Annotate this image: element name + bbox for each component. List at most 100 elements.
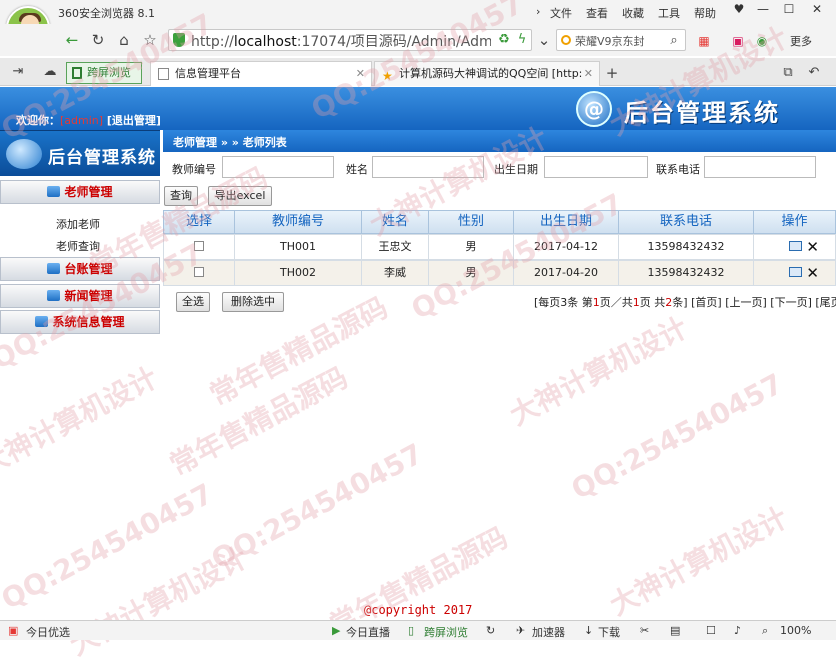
menu-icon xyxy=(47,186,61,197)
accelerator-link[interactable]: 加速器 xyxy=(532,624,565,640)
close-window-icon[interactable]: ✕ xyxy=(806,2,828,20)
menu-favorites[interactable]: 收藏 xyxy=(622,5,644,21)
delete-icon[interactable]: ✕ xyxy=(806,261,819,285)
security-icon[interactable]: ◉ xyxy=(752,31,772,51)
teacher-no-label: 教师编号 xyxy=(172,163,216,176)
download-link[interactable]: 下载 xyxy=(598,624,620,640)
page-icon xyxy=(158,68,169,80)
delete-icon[interactable]: ✕ xyxy=(806,235,819,259)
menu-icon xyxy=(35,316,49,327)
sidebar-item-label: 台账管理 xyxy=(64,262,113,276)
sidebar-toggle-icon[interactable]: ⇥ xyxy=(8,62,28,82)
sidebar-subitem-add-teacher[interactable]: 添加老师 xyxy=(56,216,100,232)
bolt-icon[interactable]: ϟ xyxy=(512,30,532,50)
reload-icon[interactable]: ↻ xyxy=(88,30,108,50)
back-icon[interactable]: ← xyxy=(62,30,82,50)
phone-label: 联系电话 xyxy=(656,163,700,176)
first-page-link[interactable]: [首页] xyxy=(691,296,722,309)
last-page-link[interactable]: [尾页] xyxy=(815,296,836,309)
today-pick-link[interactable]: 今日优选 xyxy=(26,624,70,640)
pager-info: 条] xyxy=(672,296,688,309)
apps-icon[interactable]: ▦ xyxy=(694,31,714,51)
sidebar-item-news[interactable]: 新闻管理 xyxy=(0,284,160,308)
birthday-input[interactable] xyxy=(544,156,648,178)
logout-link[interactable]: [退出管理] xyxy=(107,114,161,127)
tab-qq-space[interactable]: ★ 计算机源码大神调试的QQ空间 [http: ✕ xyxy=(374,61,600,86)
logo-icon: @ xyxy=(576,91,612,127)
search-text: 荣耀V9京东封 xyxy=(575,35,645,48)
menu-help[interactable]: 帮助 xyxy=(694,5,716,21)
prev-page-link[interactable]: [上一页] xyxy=(725,296,767,309)
sidebar-item-ledger[interactable]: 台账管理 xyxy=(0,257,160,281)
chevron-right-icon[interactable]: › xyxy=(536,5,540,18)
volume-icon[interactable]: ♪ xyxy=(734,624,741,637)
chevron-down-icon[interactable]: ⌄ xyxy=(534,30,554,50)
shield-icon xyxy=(173,33,185,47)
welcome-text: 欢迎你：[admin] [退出管理] xyxy=(16,112,161,128)
star-icon[interactable]: ☆ xyxy=(140,30,160,50)
edit-icon[interactable] xyxy=(789,267,803,277)
watermark: 大神计算机设计 xyxy=(604,500,793,622)
refresh-status-icon[interactable]: ↻ xyxy=(486,624,495,637)
maximize-icon[interactable]: ☐ xyxy=(778,2,800,20)
sidebar-item-label: 老师管理 xyxy=(64,185,113,199)
today-live-link[interactable]: 今日直播 xyxy=(346,624,390,640)
menu-tools[interactable]: 工具 xyxy=(658,5,680,21)
cut-icon[interactable]: ✂ xyxy=(640,624,649,637)
col-header-phone: 联系电话 xyxy=(618,210,754,234)
menu-icon xyxy=(47,290,61,301)
name-input[interactable] xyxy=(372,156,484,178)
export-excel-button[interactable]: 导出excel xyxy=(208,186,272,206)
zoom-level[interactable]: 100% xyxy=(780,624,811,637)
phone-input[interactable] xyxy=(704,156,816,178)
row-checkbox[interactable] xyxy=(194,267,204,277)
tab-label: 计算机源码大神调试的QQ空间 [http: xyxy=(399,67,583,80)
tab-list-icon[interactable]: ⧉ xyxy=(778,63,798,83)
username-link[interactable]: [admin] xyxy=(60,114,103,127)
split-browse-tab[interactable]: 跨屏浏览 xyxy=(66,62,142,84)
tab-info-platform[interactable]: 信息管理平台 ✕ xyxy=(150,61,372,86)
home-icon[interactable]: ⌂ xyxy=(114,30,134,50)
close-tab-icon[interactable]: ✕ xyxy=(356,62,365,85)
next-page-link[interactable]: [下一页] xyxy=(770,296,812,309)
edit-icon[interactable] xyxy=(789,241,803,251)
search-engine-icon xyxy=(561,35,571,45)
phone-icon: ▯ xyxy=(408,624,415,637)
refresh-circle-icon[interactable]: ♻ xyxy=(494,30,514,50)
undo-icon[interactable]: ↶ xyxy=(804,63,824,83)
rocket-icon: ✈ xyxy=(516,624,526,637)
menu-icon xyxy=(47,263,61,274)
phone-cell: 13598432432 xyxy=(618,260,754,286)
gender-cell: 男 xyxy=(428,260,514,286)
url-host: localhost xyxy=(233,34,297,50)
sidebar-subitem-query-teacher[interactable]: 老师查询 xyxy=(56,238,100,254)
sidebar-item-teacher[interactable]: 老师管理 xyxy=(0,180,160,204)
window-icon[interactable]: ☐ xyxy=(706,624,716,637)
sidebar-item-sysinfo[interactable]: 系统信息管理 xyxy=(0,310,160,334)
teacher-no-input[interactable] xyxy=(222,156,334,178)
note-icon[interactable]: ▤ xyxy=(670,624,680,637)
new-tab-icon[interactable]: + xyxy=(602,63,622,83)
teacher-no-cell: TH002 xyxy=(234,260,362,286)
close-tab-icon[interactable]: ✕ xyxy=(584,62,593,85)
watermark: QQ:254540457 xyxy=(565,366,789,507)
url-input[interactable]: http://localhost:17074/项目源码/Admin/Adminl xyxy=(168,29,532,51)
menu-view[interactable]: 查看 xyxy=(586,5,608,21)
minimize-icon[interactable]: — xyxy=(752,2,774,20)
split-browse-status[interactable]: 跨屏浏览 xyxy=(424,624,468,640)
query-button[interactable]: 查询 xyxy=(164,186,198,206)
menu-file[interactable]: 文件 xyxy=(550,5,572,21)
cloud-icon[interactable]: ☁ xyxy=(40,62,60,82)
browser-name: 360安全浏览器 8.1 xyxy=(58,7,155,20)
pager-info: 页／共 xyxy=(599,296,633,309)
row-checkbox[interactable] xyxy=(194,241,204,251)
delete-selected-button[interactable]: 删除选中 xyxy=(222,292,284,312)
more-button[interactable]: 更多 xyxy=(790,33,812,49)
search-icon[interactable]: ⌕ xyxy=(664,31,684,51)
zoom-icon: ⌕ xyxy=(762,624,769,637)
col-header-teacher-no: 教师编号 xyxy=(234,210,362,234)
select-all-button[interactable]: 全选 xyxy=(176,292,210,312)
skin-icon[interactable]: ♥ xyxy=(728,2,750,20)
sidebar-item-label: 系统信息管理 xyxy=(52,315,125,329)
extension-icon[interactable]: ▣ xyxy=(728,31,748,51)
